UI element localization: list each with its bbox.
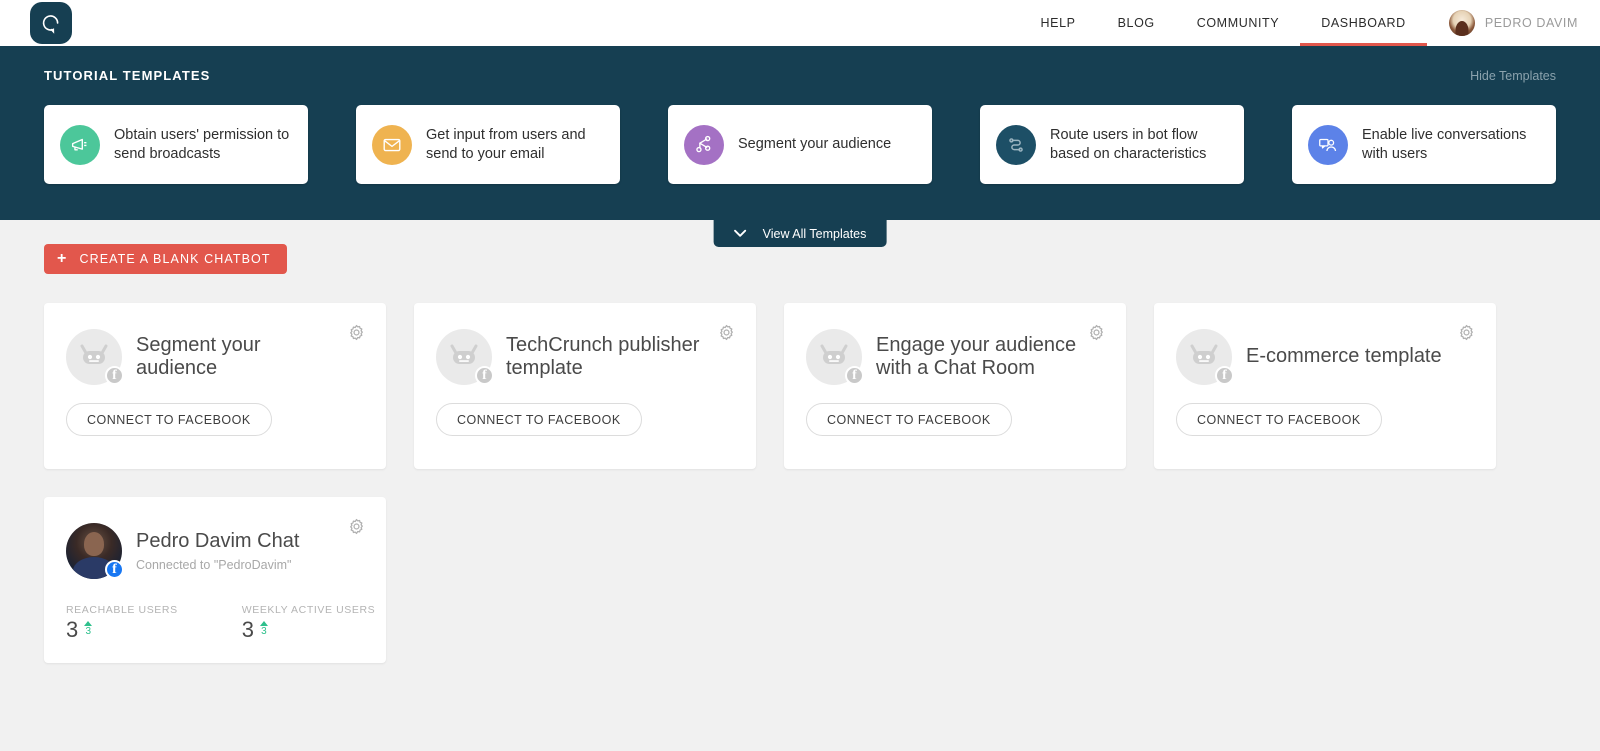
app-logo[interactable]: [30, 2, 72, 44]
create-blank-chatbot-label: CREATE A BLANK CHATBOT: [79, 252, 271, 266]
template-card-row: Obtain users' permission to send broadca…: [44, 105, 1556, 184]
create-blank-chatbot-button[interactable]: + CREATE A BLANK CHATBOT: [44, 244, 287, 274]
robot-avatar-icon: f: [436, 329, 494, 385]
template-card-label: Route users in bot flow based on charact…: [1050, 126, 1207, 162]
template-card-label: Enable live conversations with users: [1362, 126, 1527, 162]
top-navigation-bar: HELP BLOG COMMUNITY DASHBOARD PEDRO DAVI…: [0, 0, 1600, 46]
bot-card-title: TechCrunch publisher template: [506, 333, 700, 379]
template-card-user-input-email[interactable]: Get input from users and send to your em…: [356, 105, 620, 184]
connect-to-facebook-button[interactable]: CONNECT TO FACEBOOK: [436, 403, 642, 436]
nav-links-group: HELP BLOG COMMUNITY DASHBOARD PEDRO DAVI…: [1020, 0, 1600, 46]
robot-face-icon: [450, 344, 478, 364]
nav-link-dashboard[interactable]: DASHBOARD: [1300, 0, 1427, 46]
robot-face-icon: [820, 344, 848, 364]
stat-delta-value: 3: [261, 626, 267, 637]
bot-card-title: Engage your audience with a Chat Room: [876, 333, 1077, 379]
templates-header: TUTORIAL TEMPLATES Hide Templates: [44, 68, 1556, 83]
connect-to-facebook-button[interactable]: CONNECT TO FACEBOOK: [806, 403, 1012, 436]
bot-card[interactable]: f TechCrunch publisher template CONNECT …: [414, 303, 756, 469]
template-card-label: Get input from users and send to your em…: [426, 126, 586, 162]
gear-icon[interactable]: [347, 323, 366, 342]
template-card-label: Obtain users' permission to send broadca…: [114, 126, 290, 162]
stat-label: REACHABLE USERS: [66, 604, 178, 616]
speech-bubble-logo-icon: [42, 15, 59, 34]
bot-card-header: f TechCrunch publisher template: [436, 329, 734, 385]
template-card-route-users[interactable]: Route users in bot flow based on charact…: [980, 105, 1244, 184]
bot-card-header: f E-commerce template: [1176, 329, 1474, 385]
template-card-segment-audience[interactable]: Segment your audience: [668, 105, 932, 184]
connect-to-facebook-button[interactable]: CONNECT TO FACEBOOK: [1176, 403, 1382, 436]
stat-trend: 3: [259, 619, 268, 637]
bot-card-title-block: Pedro Davim Chat Connected to "PedroDavi…: [136, 530, 299, 572]
flow-route-icon: [996, 124, 1036, 165]
bot-card[interactable]: f Engage your audience with a Chat Room …: [784, 303, 1126, 469]
bot-card-header: f Pedro Davim Chat Connected to "PedroDa…: [66, 523, 364, 579]
bot-card-title: Pedro Davim Chat: [136, 529, 300, 552]
bot-card-connected[interactable]: f Pedro Davim Chat Connected to "PedroDa…: [44, 497, 386, 663]
gear-icon[interactable]: [1457, 323, 1476, 342]
bot-card[interactable]: f E-commerce template CONNECT TO FACEBOO…: [1154, 303, 1496, 469]
main-content: + CREATE A BLANK CHATBOT f Segment your …: [0, 220, 1600, 663]
facebook-badge-icon: f: [1215, 366, 1234, 385]
robot-face-icon: [1190, 344, 1218, 364]
stat-reachable-users: REACHABLE USERS 3 3: [66, 604, 178, 641]
robot-face-icon: [80, 344, 108, 364]
gear-icon[interactable]: [1087, 323, 1106, 342]
stat-value: 3: [241, 617, 254, 642]
user-name-label: PEDRO DAVIM: [1484, 16, 1578, 30]
gear-icon[interactable]: [347, 517, 366, 536]
nav-link-help[interactable]: HELP: [1020, 0, 1097, 46]
bot-card-title: E-commerce template: [1246, 345, 1442, 368]
tutorial-templates-panel: TUTORIAL TEMPLATES Hide Templates Obtain…: [0, 46, 1600, 247]
facebook-badge-icon: f: [845, 366, 864, 385]
share-branch-icon: [684, 124, 724, 165]
gear-icon[interactable]: [717, 323, 736, 342]
stat-value: 3: [66, 617, 79, 642]
stat-weekly-active-users: WEEKLY ACTIVE USERS 3 3: [242, 604, 376, 641]
stat-label: WEEKLY ACTIVE USERS: [241, 604, 376, 616]
nav-link-community[interactable]: COMMUNITY: [1176, 0, 1300, 46]
template-card-label: Segment your audience: [738, 136, 892, 153]
stat-delta-value: 3: [85, 626, 92, 637]
bot-card-header: f Engage your audience with a Chat Room: [806, 329, 1104, 385]
bot-stats: REACHABLE USERS 3 3 WEEKLY ACTIVE USERS …: [66, 604, 375, 641]
stat-trend: 3: [84, 619, 93, 637]
bot-card-header: f Segment your audience: [66, 329, 364, 385]
facebook-badge-icon: f: [475, 366, 494, 385]
robot-avatar-icon: f: [66, 329, 124, 385]
facebook-badge-icon: f: [105, 560, 124, 579]
robot-avatar-icon: f: [1176, 329, 1234, 385]
robot-avatar-icon: f: [806, 329, 864, 385]
bot-card[interactable]: f Segment your audience CONNECT TO FACEB…: [44, 303, 386, 469]
template-card-live-conversations[interactable]: Enable live conversations with users: [1292, 105, 1556, 184]
bot-card-title: Segment your audience: [136, 333, 261, 379]
user-photo-avatar: f: [66, 523, 124, 579]
user-menu[interactable]: PEDRO DAVIM: [1427, 0, 1578, 46]
bot-card-grid: f Segment your audience CONNECT TO FACEB…: [44, 303, 1556, 663]
view-all-templates-label: View All Templates: [762, 226, 867, 241]
nav-link-blog[interactable]: BLOG: [1097, 0, 1176, 46]
avatar: [1448, 10, 1475, 36]
envelope-icon: [372, 124, 412, 165]
facebook-badge-icon: f: [105, 366, 124, 385]
connect-to-facebook-button[interactable]: CONNECT TO FACEBOOK: [66, 403, 272, 436]
plus-icon: +: [57, 250, 68, 267]
view-all-templates-button[interactable]: View All Templates: [713, 220, 887, 247]
page-title: TUTORIAL TEMPLATES: [44, 68, 211, 83]
hide-templates-link[interactable]: Hide Templates: [1470, 69, 1556, 83]
bot-card-connection-status: Connected to "PedroDavim": [136, 558, 292, 573]
chevron-down-icon: [734, 229, 747, 237]
megaphone-icon: [60, 124, 100, 165]
template-card-broadcast-permission[interactable]: Obtain users' permission to send broadca…: [44, 105, 308, 184]
live-chat-users-icon: [1308, 124, 1348, 165]
